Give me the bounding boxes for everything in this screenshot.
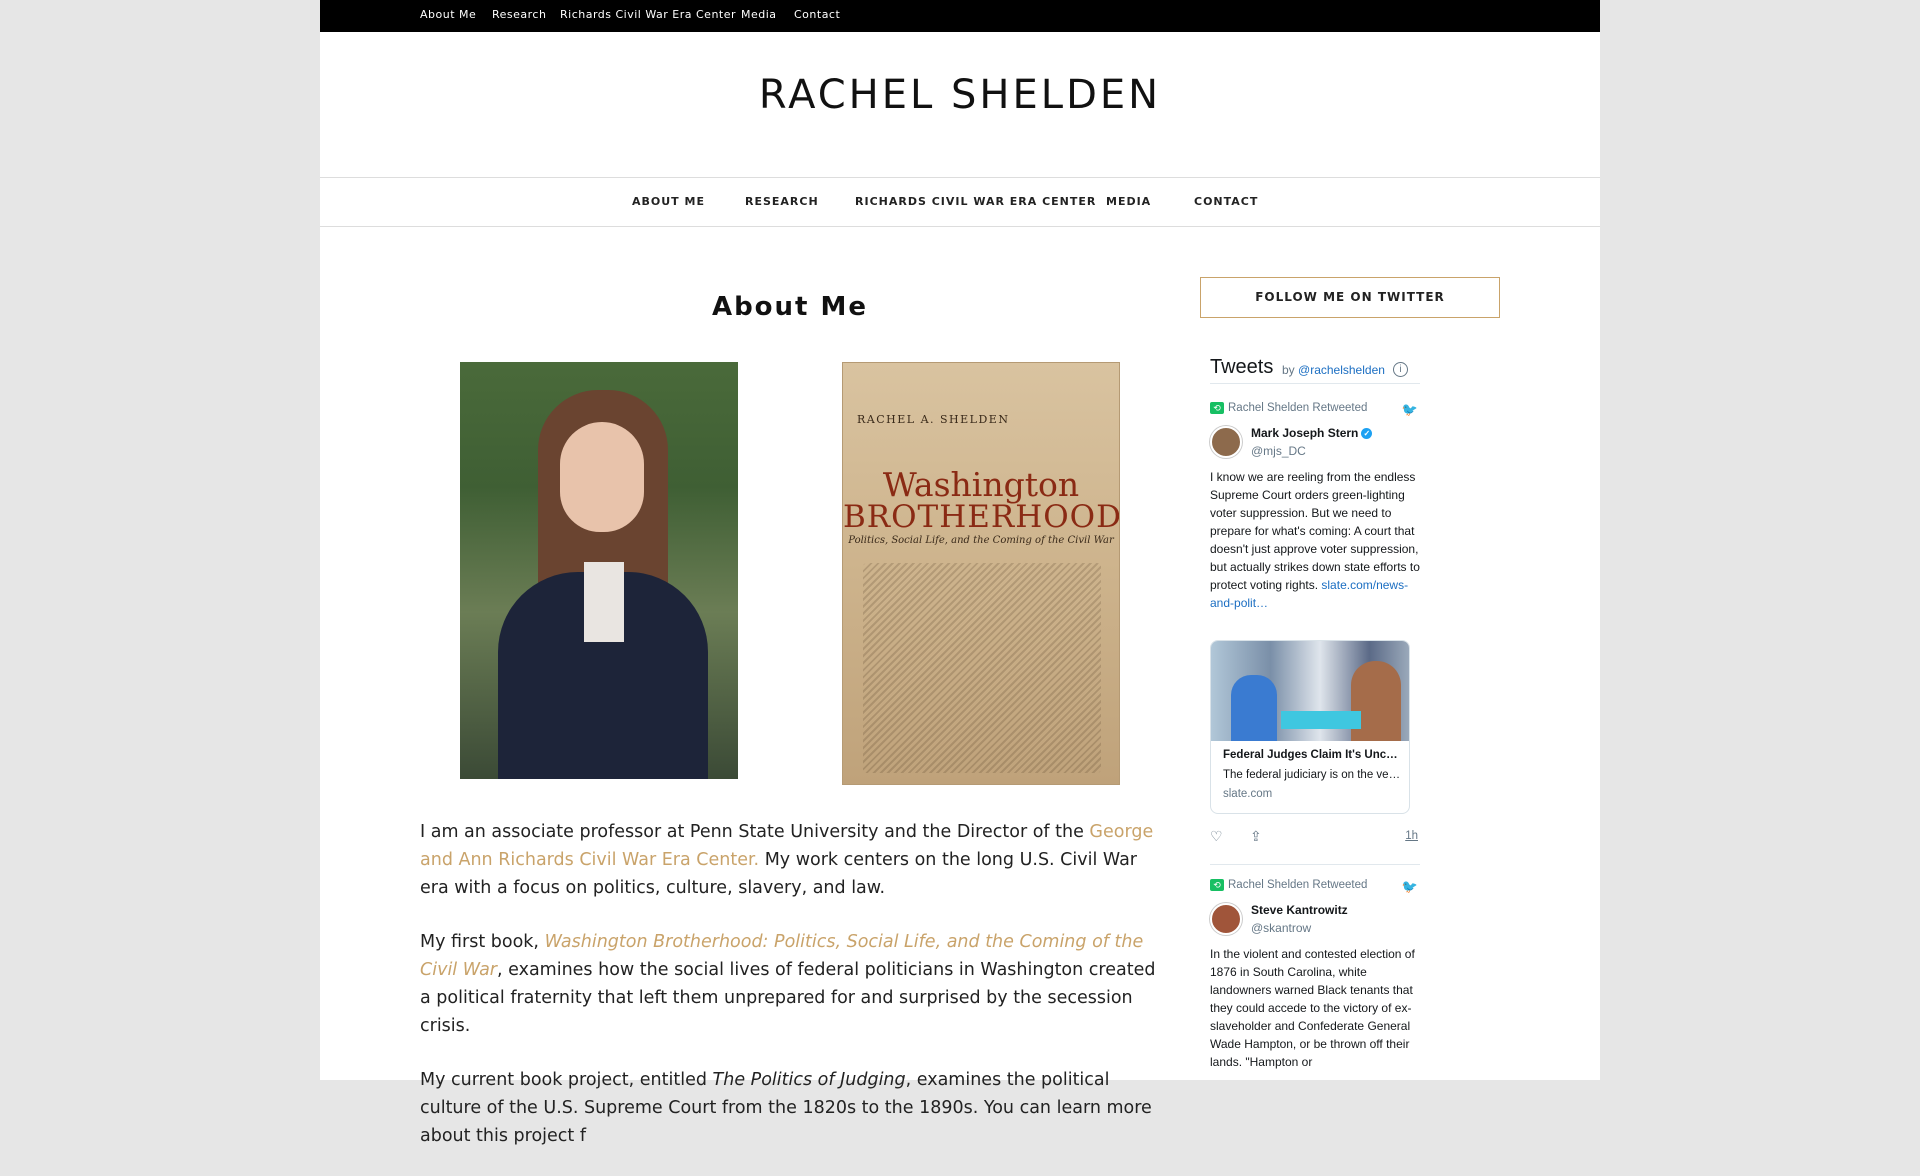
like-icon[interactable]: ♡ bbox=[1210, 828, 1223, 845]
mainnav-research[interactable]: RESEARCH bbox=[745, 178, 819, 226]
retweet-icon: ⟲ bbox=[1210, 879, 1224, 891]
tweet: ⟲ Rachel Shelden Retweeted 🐦 Mark Joseph… bbox=[1210, 384, 1420, 865]
portrait-photo bbox=[460, 362, 738, 779]
card-title: Federal Judges Claim It's Unconstitution… bbox=[1223, 749, 1401, 761]
mainnav-media[interactable]: MEDIA bbox=[1106, 178, 1151, 226]
mainnav-contact[interactable]: CONTACT bbox=[1194, 178, 1258, 226]
retweeted-by[interactable]: Rachel Shelden Retweeted bbox=[1228, 879, 1367, 891]
tweet-author-handle[interactable]: @mjs_DC bbox=[1251, 444, 1306, 458]
twitter-bird-icon[interactable]: 🐦 bbox=[1402, 400, 1418, 420]
card-description: The federal judiciary is on the verge of… bbox=[1223, 769, 1401, 781]
mainnav-richards-center[interactable]: RICHARDS CIVIL WAR ERA CENTER bbox=[855, 178, 1096, 226]
verified-icon: ✓ bbox=[1361, 428, 1373, 440]
share-icon[interactable]: ⇪ bbox=[1250, 828, 1262, 845]
card-source: slate.com bbox=[1223, 788, 1273, 800]
tweet-text: I know we are reeling from the endless S… bbox=[1210, 470, 1420, 610]
timeline-header: Tweets by @rachelshelden i bbox=[1210, 350, 1420, 384]
timeline-handle-link[interactable]: @rachelshelden bbox=[1298, 363, 1385, 377]
retweeted-by[interactable]: Rachel Shelden Retweeted bbox=[1228, 402, 1367, 414]
site-title[interactable]: RACHEL SHELDEN bbox=[320, 72, 1600, 118]
mainnav-about-me[interactable]: ABOUT ME bbox=[632, 178, 705, 226]
twitter-timeline: Tweets by @rachelshelden i ⟲ Rachel Shel… bbox=[1210, 350, 1420, 1071]
topnav-contact[interactable]: Contact bbox=[794, 0, 840, 30]
link-card[interactable]: Federal Judges Claim It's Unconstitution… bbox=[1210, 640, 1410, 814]
page-title: About Me bbox=[711, 292, 869, 322]
topnav-media[interactable]: Media bbox=[741, 0, 777, 30]
current-project-paragraph: My current book project, entitled The Po… bbox=[420, 1070, 1152, 1146]
twitter-bird-icon[interactable]: 🐦 bbox=[1402, 877, 1418, 897]
book-cover-author: RACHEL A. SHELDEN bbox=[857, 413, 1010, 426]
book-cover-title-line2: BROTHERHOOD bbox=[843, 499, 1120, 535]
about-content: I am an associate professor at Penn Stat… bbox=[420, 818, 1160, 1176]
avatar[interactable] bbox=[1210, 426, 1242, 458]
avatar[interactable] bbox=[1210, 903, 1242, 935]
info-icon[interactable]: i bbox=[1393, 362, 1408, 377]
retweet-icon: ⟲ bbox=[1210, 402, 1224, 414]
book-cover-engraving bbox=[863, 563, 1101, 773]
timeline-title[interactable]: Tweets bbox=[1210, 356, 1273, 379]
book-cover-image: RACHEL A. SHELDEN Washington BROTHERHOOD… bbox=[842, 362, 1120, 785]
first-book-paragraph: My first book, Washington Brotherhood: P… bbox=[420, 932, 1156, 1036]
tweet: ⟲ Rachel Shelden Retweeted 🐦 Steve Kantr… bbox=[1210, 865, 1420, 1071]
main-navigation: ABOUT ME RESEARCH RICHARDS CIVIL WAR ERA… bbox=[320, 177, 1600, 227]
card-image bbox=[1211, 641, 1409, 741]
topnav-richards-center[interactable]: Richards Civil War Era Center bbox=[560, 0, 736, 30]
tweet-author-name[interactable]: Steve Kantrowitz bbox=[1251, 903, 1348, 917]
topnav-about-me[interactable]: About Me bbox=[420, 0, 476, 30]
tweet-author-handle[interactable]: @skantrow bbox=[1251, 921, 1311, 935]
tweet-author-name: Mark Joseph Stern bbox=[1251, 426, 1359, 440]
top-navigation: About Me Research Richards Civil War Era… bbox=[320, 0, 1600, 32]
tweet-timestamp[interactable]: 1h bbox=[1405, 830, 1418, 842]
tweet-text: In the violent and contested election of… bbox=[1210, 947, 1415, 1069]
intro-paragraph: I am an associate professor at Penn Stat… bbox=[420, 822, 1154, 898]
topnav-research[interactable]: Research bbox=[492, 0, 546, 30]
book-cover-subtitle: Politics, Social Life, and the Coming of… bbox=[848, 535, 1114, 546]
follow-twitter-button[interactable]: FOLLOW ME ON TWITTER bbox=[1200, 277, 1500, 318]
